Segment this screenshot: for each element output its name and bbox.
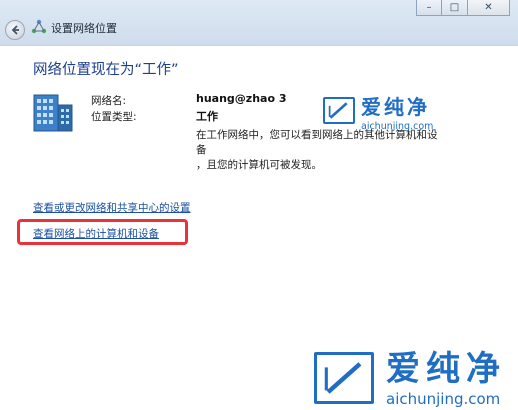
back-button[interactable] xyxy=(5,20,25,40)
description-line-1: 在工作网络中，您可以看到网络上的其他计算机和设备 xyxy=(196,129,438,156)
watermark-cn-text: 爱纯净 xyxy=(386,349,506,389)
back-arrow-icon xyxy=(11,25,19,35)
watermark-logo-icon xyxy=(323,97,355,124)
watermark-cn-text: 爱纯净 xyxy=(361,95,430,119)
page-heading: 网络位置现在为“工作” xyxy=(33,62,179,78)
watermark-large: 爱纯净 aichunjing.com xyxy=(314,352,506,407)
window-controls: – □ ✕ xyxy=(416,0,510,16)
close-button[interactable]: ✕ xyxy=(468,0,510,16)
minimize-button[interactable]: – xyxy=(416,0,442,16)
location-type-label: 位置类型: xyxy=(91,111,137,123)
maximize-button[interactable]: □ xyxy=(442,0,468,16)
watermark-url-text: aichunjing.com xyxy=(361,121,434,132)
view-devices-link[interactable]: 查看网络上的计算机和设备 xyxy=(33,226,159,241)
network-name-label: 网络名: xyxy=(91,95,127,107)
description-line-2: ，且您的计算机可被发现。 xyxy=(196,159,322,171)
title-bar: 设置网络位置 – □ ✕ xyxy=(0,0,518,46)
work-building-icon xyxy=(33,94,73,132)
network-icon xyxy=(31,19,47,34)
location-type-value: 工作 xyxy=(196,110,218,123)
network-center-link[interactable]: 查看或更改网络和共享中心的设置 xyxy=(33,200,191,215)
location-description: 在工作网络中，您可以看到网络上的其他计算机和设备 ，且您的计算机可被发现。 xyxy=(196,128,446,173)
watermark-url-text: aichunjing.com xyxy=(386,390,501,408)
watermark-logo-icon xyxy=(314,352,374,404)
network-name-value: huang@zhao 3 xyxy=(196,92,287,105)
window-title: 设置网络位置 xyxy=(51,22,117,35)
watermark-small: 爱纯净 aichunjing.com xyxy=(323,97,433,132)
